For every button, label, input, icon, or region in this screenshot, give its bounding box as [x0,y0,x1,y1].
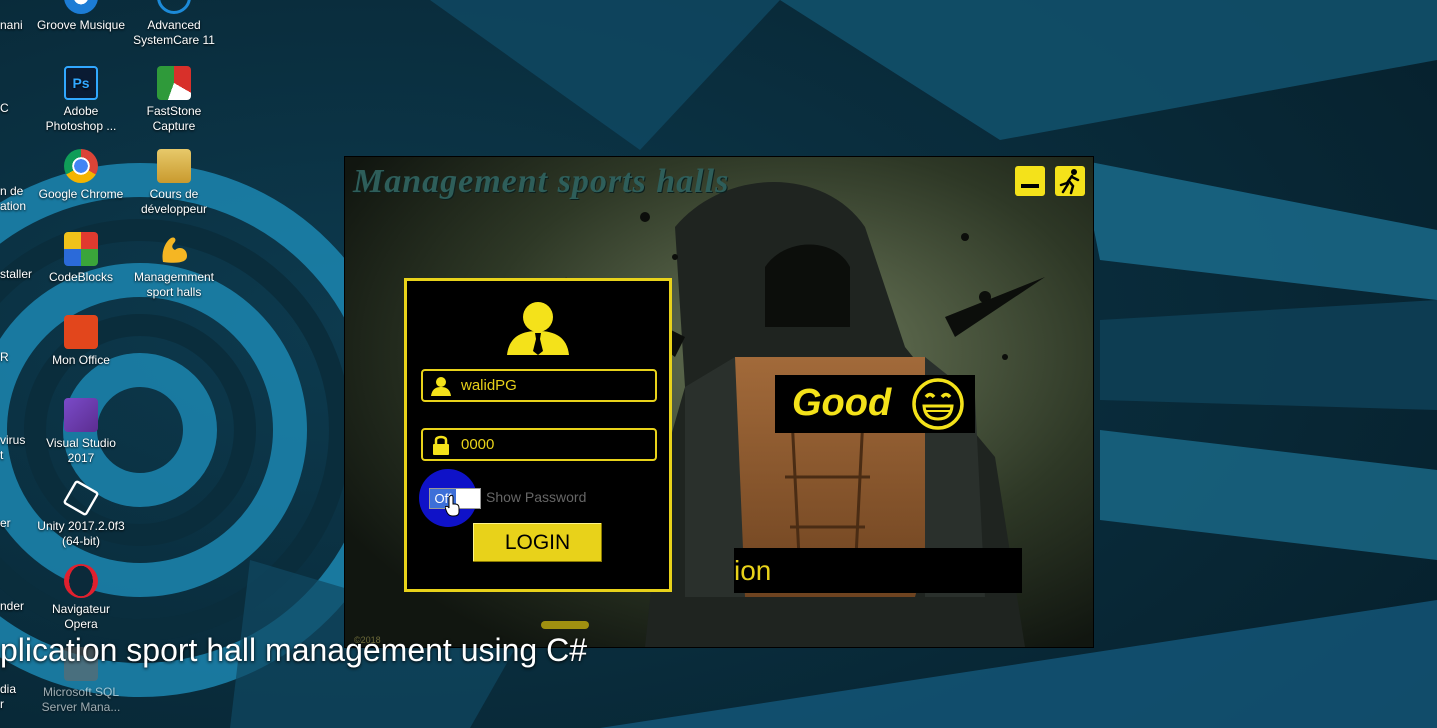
desktop-icon-label: FastStone Capture [146,104,202,133]
marquee-text-box: ion [734,548,1022,593]
desktop-icon-label: Managemment sport halls [133,270,215,299]
desktop-icon-label: Microsoft SQL Server Mana... [41,685,121,714]
desktop-icon-opera[interactable]: Navigateur Opera [35,564,127,632]
password-field-container [421,428,657,461]
desktop-edge-label[interactable]: n de [0,184,23,199]
desktop-edge-label[interactable]: er [0,516,11,531]
desktop-icon-label: Advanced SystemCare 11 [133,18,215,47]
show-password-toggle-highlight: Off [419,469,481,527]
desktop-edge-label[interactable]: virus [0,433,25,448]
video-caption: plication sport hall management using C# [0,632,587,668]
show-password-label[interactable]: Show Password [486,489,586,505]
advanced-systemcare-icon [157,0,191,14]
desktop-icon-unity[interactable]: Unity 2017.2.0f3 (64-bit) [35,479,127,549]
exit-button[interactable] [1055,166,1085,196]
page-indicator [541,621,589,629]
desktop-icon-label: Groove Musique [36,18,126,32]
desktop-icon-management[interactable]: Managemment sport halls [128,232,220,300]
desktop-edge-label[interactable]: staller [0,267,32,282]
marquee-text: ion [734,555,772,586]
desktop-icon-label: CodeBlocks [48,270,114,284]
minimize-button[interactable] [1015,166,1045,196]
desktop-icon-visual-studio[interactable]: Visual Studio 2017 [35,398,127,466]
app-title: Management sports halls [353,163,730,200]
desktop-edge-label[interactable]: t [0,448,3,463]
running-exit-icon [1059,169,1080,195]
desktop-icon-label: Google Chrome [38,187,124,201]
desktop-icon-label: Mon Office [52,353,110,367]
grinning-face-icon [912,378,964,430]
codeblocks-icon [64,232,98,266]
status-message-box: Good [775,375,975,433]
desktop-edge-label[interactable]: dia [0,682,16,697]
desktop-icon-label: Navigateur Opera [51,602,111,631]
hand-cursor-icon [445,495,460,517]
desktop-icon-label: Cours de développeur [140,187,208,216]
desktop-edge-label[interactable]: C [0,101,9,116]
minimize-icon [1021,184,1039,188]
unity-icon [62,479,100,517]
faststone-capture-icon [157,66,191,100]
desktop-icon-label: Unity 2017.2.0f3 (64-bit) [37,519,125,548]
desktop-edge-label[interactable]: nder [0,599,24,614]
desktop-icon-advanced-systemcare[interactable]: Advanced SystemCare 11 [128,0,220,48]
groove-music-icon [64,0,98,14]
desktop-edge-label[interactable]: r [0,697,4,712]
desktop-icon-codeblocks[interactable]: CodeBlocks [35,232,127,285]
desktop-icon-mon-office[interactable]: Mon Office [35,315,127,368]
login-button[interactable]: LOGIN [473,523,602,562]
chrome-icon [64,149,98,183]
desktop-edge-label[interactable]: nani [0,18,23,33]
desktop-icon-label: Visual Studio 2017 [46,436,116,465]
login-window: Management sports halls walidPG 0000 Off… [345,157,1093,647]
desktop-icon-cours[interactable]: Cours de développeur [128,149,220,217]
desktop-icon-label: Adobe Photoshop ... [45,104,117,133]
desktop-edge-label[interactable]: R [0,350,9,365]
user-avatar-icon [507,302,569,355]
login-panel: Off Show Password LOGIN [404,278,672,592]
username-field-container [421,369,657,402]
visual-studio-icon [64,398,98,432]
folder-icon [157,149,191,183]
status-message-text: Good [792,382,892,424]
user-icon [431,377,451,396]
desktop-edge-label[interactable]: ation [0,199,26,214]
desktop-icon-photoshop[interactable]: Ps Adobe Photoshop ... [35,66,127,134]
office-icon [64,315,98,349]
opera-icon [64,564,98,598]
muscle-arm-icon [157,232,191,266]
username-input[interactable] [461,376,641,394]
photoshop-icon: Ps [64,66,98,100]
desktop-icon-groove-musique[interactable]: Groove Musique [35,0,127,33]
password-input[interactable] [461,435,641,453]
desktop-icon-faststone[interactable]: FastStone Capture [128,66,220,134]
desktop-icon-chrome[interactable]: Google Chrome [35,149,127,202]
lock-icon [433,435,449,455]
